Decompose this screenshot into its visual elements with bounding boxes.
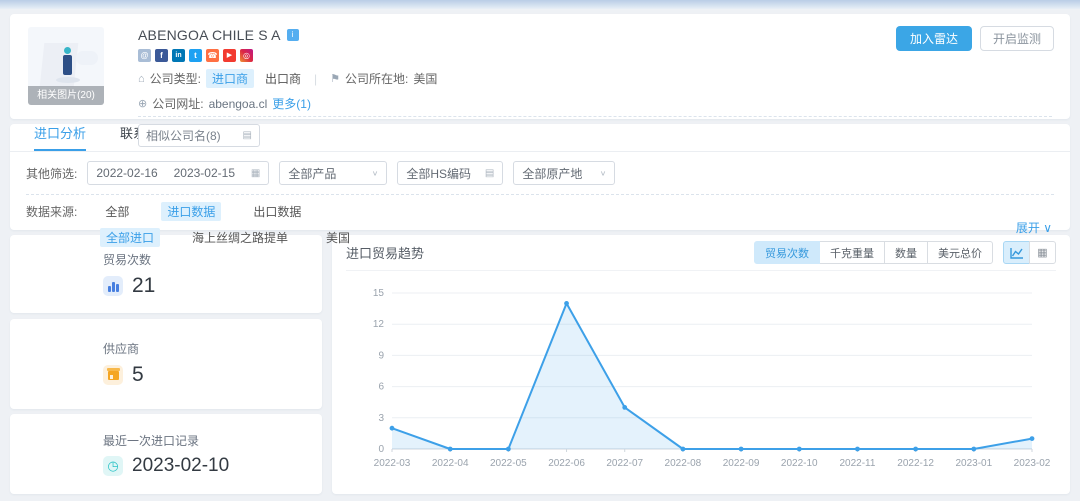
calendar-icon: ▦ [251,168,260,179]
svg-text:9: 9 [378,350,384,361]
shop-icon [103,365,123,385]
svg-text:6: 6 [378,382,384,393]
instagram-icon[interactable]: ◎ [240,49,253,62]
globe-icon: ⊕ [138,97,147,110]
stat-label: 供应商 [103,340,144,357]
facebook-icon[interactable]: f [155,49,168,62]
importer-tag[interactable]: 进口商 [206,69,254,88]
date-end: 2023-02-15 [174,166,235,180]
company-type-label: 公司类型: [150,70,201,87]
related-images-label[interactable]: 相关图片(20) [28,86,104,105]
company-name: ABENGOA CHILE S A [138,27,281,43]
twitter-icon[interactable]: t [189,49,202,62]
top-browser-strip [0,0,1080,9]
photo-decor [76,51,98,65]
flag-icon: ⚑ [330,72,340,85]
origin-select-value: 全部原产地 [522,165,582,182]
start-monitor-button[interactable]: 开启监测 [980,26,1054,51]
website-label: 公司网址: [152,95,203,112]
import-option-maritime-silk-road[interactable]: 海上丝绸之路提单 [186,228,294,247]
product-select[interactable]: 全部产品 ∨ [279,161,387,185]
expand-label: 展开 [1016,221,1040,235]
stat-card-suppliers: 供应商 5 [10,319,322,409]
location-value: 美国 [413,70,437,87]
import-option-usa[interactable]: 美国 [320,228,356,247]
linkedin-icon[interactable]: in [172,49,185,62]
date-range-picker[interactable]: 2022-02-16 2023-02-15 ▦ [87,161,269,185]
exporter-option[interactable]: 出口商 [265,70,301,87]
person-icon [64,47,71,54]
trend-chart-card: 进口贸易趋势 贸易次数 千克重量 数量 美元总价 [332,235,1070,494]
other-filter-label: 其他筛选: [26,165,77,182]
chevron-down-icon: ∨ [372,169,379,178]
trend-line-chart: 0 3 6 9 12 15 2022-03 2022-04 2022-05 2022-06 2022… [346,277,1056,490]
svg-text:2022-03: 2022-03 [374,458,411,469]
company-photo[interactable]: 相关图片(20) [28,27,104,105]
stat-value: 5 [132,363,144,387]
divider: | [314,72,317,86]
svg-text:2022-12: 2022-12 [897,458,934,469]
chevron-down-icon: ∨ [1043,221,1052,235]
company-detail-icon[interactable]: i [287,29,299,41]
source-option-import[interactable]: 进口数据 [161,202,221,221]
svg-text:3: 3 [378,413,384,424]
youtube-icon[interactable]: ▶ [223,49,236,62]
date-start: 2022-02-16 [96,166,157,180]
svg-text:2023-01: 2023-01 [955,458,992,469]
similar-companies-select[interactable]: 相似公司名(8) ▤ [138,124,260,147]
website-link[interactable]: abengoa.cl [209,97,268,111]
svg-text:2022-05: 2022-05 [490,458,527,469]
svg-text:2022-09: 2022-09 [723,458,760,469]
svg-text:2022-07: 2022-07 [606,458,643,469]
source-option-export[interactable]: 出口数据 [247,202,307,221]
svg-text:2022-10: 2022-10 [781,458,818,469]
svg-text:2022-08: 2022-08 [665,458,702,469]
building-icon: ⌂ [138,73,145,85]
more-websites-link[interactable]: 更多(1) [272,95,311,112]
bar-chart-icon [103,276,123,296]
line-chart-icon [1010,247,1024,259]
phone-icon[interactable]: ☎ [206,49,219,62]
svg-text:12: 12 [373,319,385,330]
source-option-all[interactable]: 全部 [99,202,135,221]
dashed-divider [138,116,1052,117]
similar-companies-label: 相似公司名(8) [146,127,221,144]
stat-label: 最近一次进口记录 [103,432,229,449]
origin-select[interactable]: 全部原产地 ∨ [513,161,615,185]
svg-text:15: 15 [373,288,385,299]
join-radar-button[interactable]: 加入雷达 [896,26,972,51]
website-icon[interactable]: @ [138,49,151,62]
import-option-all[interactable]: 全部进口 [100,228,160,247]
table-icon: ▦ [1037,246,1047,259]
photo-decor [56,77,80,83]
stat-value: 2023-02-10 [132,455,229,477]
location-label: 公司所在地: [345,70,408,87]
data-source-label: 数据来源: [26,203,77,220]
clock-icon: ◷ [103,456,123,476]
list-icon: ▤ [485,168,494,179]
tab-import-analysis[interactable]: 进口分析 [34,123,86,151]
stat-value: 21 [132,274,155,298]
expand-toggle[interactable]: 展开 ∨ [1016,219,1052,236]
hs-code-select[interactable]: 全部HS编码 ▤ [397,161,503,185]
stat-label: 贸易次数 [103,251,155,268]
svg-text:2022-04: 2022-04 [432,458,469,469]
person-icon [63,55,72,75]
metric-trade-count[interactable]: 贸易次数 [754,241,820,264]
product-select-value: 全部产品 [288,165,336,182]
company-header-card: 相关图片(20) ABENGOA CHILE S A i @ f in t ☎ … [10,14,1070,119]
hs-code-select-value: 全部HS编码 [406,165,471,182]
svg-text:2022-11: 2022-11 [839,458,875,469]
svg-text:2022-06: 2022-06 [548,458,585,469]
chevron-down-icon: ∨ [600,169,607,178]
stat-card-last-import: 最近一次进口记录 ◷ 2023-02-10 [10,414,322,494]
svg-text:2023-02: 2023-02 [1014,458,1051,469]
list-icon: ▤ [243,130,252,141]
svg-text:0: 0 [378,444,384,455]
